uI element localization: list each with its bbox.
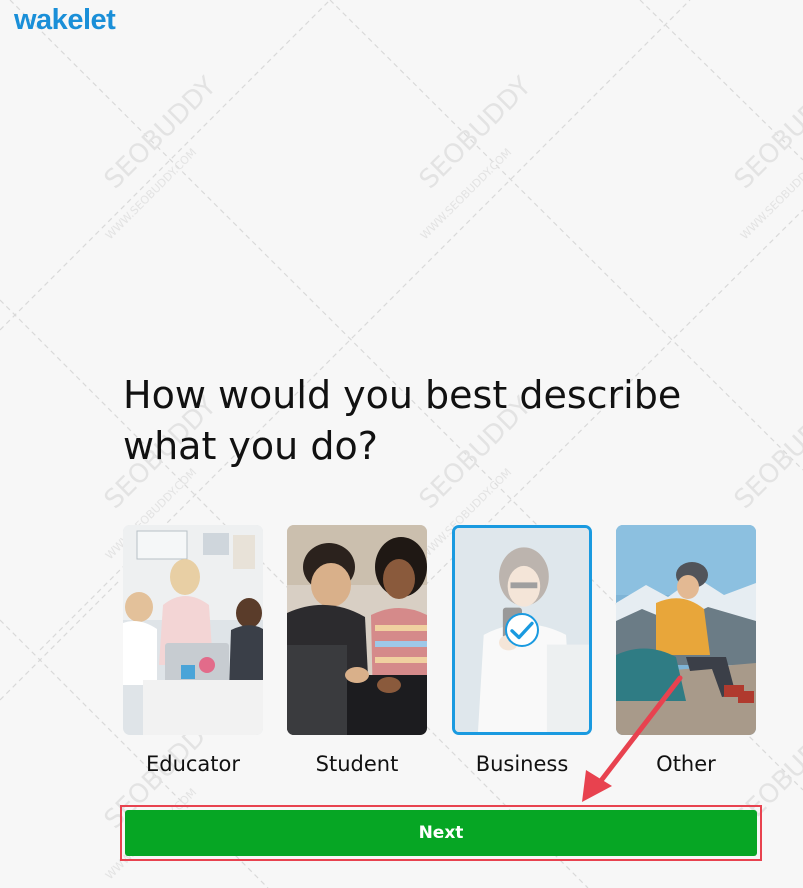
watermark-text: SEOBUDDY <box>729 71 803 195</box>
option-label: Other <box>656 752 716 776</box>
educator-photo <box>123 525 263 735</box>
next-button[interactable]: Next <box>125 810 757 856</box>
question-line-2: what you do? <box>123 424 378 468</box>
watermark-url: WWW.SEOBUDDY.COM <box>738 146 803 242</box>
option-label: Business <box>475 752 569 776</box>
option-label: Educator <box>145 752 241 776</box>
checkmark-icon <box>505 613 539 647</box>
role-options: Educator Student Business Other <box>123 525 763 785</box>
watermark-url: WWW.SEOBUDDY.COM <box>418 146 514 242</box>
option-educator[interactable]: Educator <box>123 525 263 776</box>
watermark-text: SEOBUDDY <box>414 71 538 195</box>
option-student[interactable]: Student <box>287 525 427 776</box>
option-business[interactable]: Business <box>452 525 592 776</box>
watermark-text: SEOBUDDY <box>99 71 223 195</box>
watermark-url: WWW.SEOBUDDY.COM <box>103 146 199 242</box>
option-other[interactable]: Other <box>616 525 756 776</box>
question-line-1: How would you best describe <box>123 373 682 417</box>
option-label: Student <box>315 752 399 776</box>
page-title: How would you best describe what you do? <box>123 370 743 472</box>
other-photo <box>616 525 756 735</box>
business-photo <box>452 525 592 735</box>
student-photo <box>287 525 427 735</box>
wakelet-logo[interactable]: wakelet <box>14 4 116 37</box>
